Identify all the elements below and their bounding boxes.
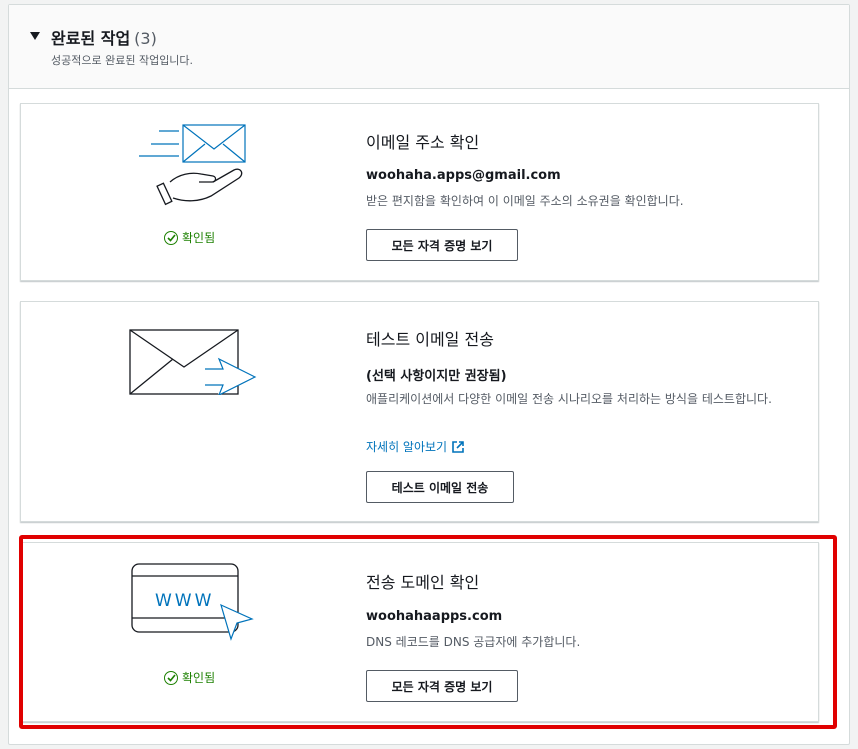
view-all-identities-button[interactable]: 모든 자격 증명 보기 (366, 229, 518, 261)
section-title-text: 완료된 작업 (51, 29, 131, 48)
section-description: 성공적으로 완료된 작업입니다. (51, 54, 194, 67)
learn-more-link[interactable]: 자세히 알아보기 (366, 438, 464, 455)
card-title: 전송 도메인 확인 (366, 573, 480, 592)
optional-note: (선택 사항이지만 권장됨) (366, 369, 507, 384)
section-title: 완료된 작업 (3) (51, 25, 157, 49)
caret-down-icon[interactable] (30, 32, 40, 40)
card-description: DNS 레코드를 DNS 공급자에 추가합니다. (366, 635, 581, 649)
card-domain-verification: WWW 확인됨 전송 도메인 확인 woohahaapps.com DNS 레코… (20, 542, 819, 722)
verified-status-label: 확인됨 (182, 231, 216, 245)
card-description: 받은 편지함을 확인하여 이 이메일 주소의 소유권을 확인합니다. (366, 194, 684, 208)
card-title: 테스트 이메일 전송 (366, 330, 494, 349)
card-description: 애플리케이션에서 다양한 이메일 전송 시나리오를 처리하는 방식을 테스트합니… (366, 392, 772, 406)
external-link-icon[interactable] (452, 440, 464, 453)
email-address: woohaha.apps@gmail.com (366, 168, 561, 183)
send-test-email-button[interactable]: 테스트 이메일 전송 (366, 471, 514, 503)
view-all-identities-button[interactable]: 모든 자격 증명 보기 (366, 670, 518, 702)
send-email-illustration-icon (129, 329, 257, 395)
verified-status: 확인됨 (164, 669, 215, 686)
email-verify-illustration-icon (139, 124, 246, 206)
check-circle-icon (164, 670, 178, 685)
section-count: (3) (134, 29, 157, 48)
domain-name: woohahaapps.com (366, 609, 503, 624)
learn-more-label[interactable]: 자세히 알아보기 (366, 438, 447, 455)
www-label: WWW (155, 591, 214, 611)
card-email-verification: 확인됨 이메일 주소 확인 woohaha.apps@gmail.com 받은 … (20, 103, 819, 281)
www-domain-illustration-icon: WWW (131, 563, 254, 641)
verified-status-label: 확인됨 (182, 671, 216, 685)
check-circle-icon (164, 230, 178, 245)
card-send-test-email: 테스트 이메일 전송 (선택 사항이지만 권장됨) 애플리케이션에서 다양한 이… (20, 301, 819, 522)
verified-status: 확인됨 (164, 229, 215, 246)
card-title: 이메일 주소 확인 (366, 133, 480, 152)
section-header[interactable]: 완료된 작업 (3) 성공적으로 완료된 작업입니다. (9, 5, 849, 89)
